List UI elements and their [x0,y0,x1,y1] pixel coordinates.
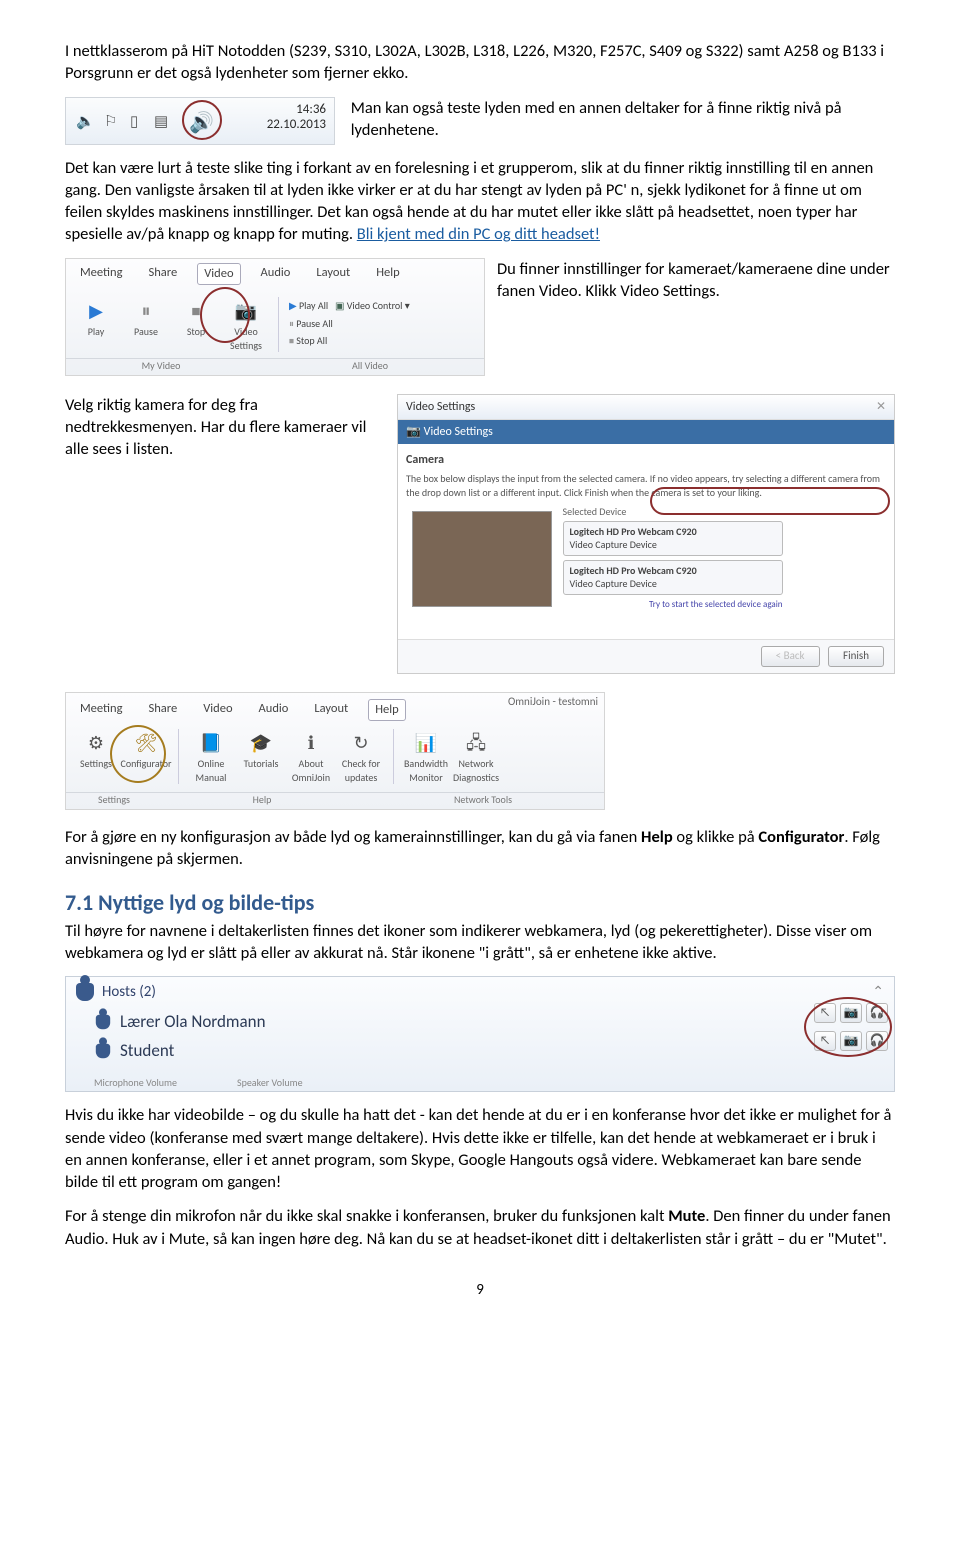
help-instruction: For å gjøre en ny konfigurasjon av både … [65,826,895,871]
highlight-circle-speaker [182,100,222,140]
mic-volume-label: Microphone Volume [94,1076,177,1090]
tray-aside-text: Man kan også teste lyden med en annen de… [351,97,891,142]
tray-volume-icon: 🔈 [76,112,95,132]
camera-pick-row: Velg riktig kamera for deg fra nedtrekke… [65,394,895,674]
camera-preview [412,511,552,607]
tab-help[interactable]: Help [370,263,405,286]
system-tray-screenshot: 🔈 ⚐ ▯ ▤ 🔊 14:36 22.10.2013 [65,97,335,145]
help-toolbar-screenshot: OmniJoin - testomni Meeting Share Video … [65,692,605,810]
tips-paragraph-1: Til høyre for navnene i deltakerlisten f… [65,920,895,965]
tab-layout[interactable]: Layout [310,263,356,286]
pause-all-button[interactable]: ⏸ Pause All [289,317,410,331]
group-all-video: All Video [256,359,484,373]
window-title: OmniJoin - testomni [508,695,598,710]
tray-network-icon: ▯ [130,112,138,132]
device-option-1[interactable]: Logitech HD Pro Webcam C920Video Capture… [563,521,783,556]
section-heading: 7.1 Nyttige lyd og bilde-tips [65,888,895,918]
pause-button[interactable]: ⏸Pause [124,297,168,352]
video-settings-instruction: Du finner innstillinger for kameraet/kam… [497,258,895,303]
group-help: Help [162,793,362,807]
person-icon [96,1044,110,1058]
inline-hint-link[interactable]: Bli kjent med din PC og ditt headset! [357,224,600,244]
highlight-ellipse-device [650,487,890,515]
back-button[interactable]: < Back [761,646,820,667]
tips-paragraph-3: For å stenge din mikrofon når du ikke sk… [65,1205,895,1250]
video-toolbar-screenshot: Meeting Share Video Audio Layout Help ▶P… [65,258,485,376]
tab-share[interactable]: Share [142,263,183,286]
group-network: Network Tools [362,793,604,807]
toolbar-items: ▶Play ⏸Pause ⏹Stop 📷VideoSettings ▶ Play… [66,289,484,352]
close-icon[interactable]: ✕ [876,399,886,415]
video-settings-dialog: Video Settings✕ 📷 Video Settings Camera … [397,394,895,674]
tray-power-icon: ▤ [154,112,168,132]
about-button[interactable]: ℹAboutOmniJoin [289,729,333,784]
group-settings: Settings [66,793,162,807]
play-all-button[interactable]: ▶ Play All ▣ Video Control ▾ [289,299,410,313]
dialog-band: 📷 Video Settings [398,420,894,444]
network-diag-button[interactable]: 🖧NetworkDiagnostics [454,729,498,784]
bandwidth-button[interactable]: 📊BandwidthMonitor [404,729,448,784]
online-manual-button[interactable]: 📘OnlineManual [189,729,233,784]
dialog-titlebar: Video Settings✕ [398,395,894,420]
chevron-up-icon[interactable]: ⌃ [872,983,884,1002]
highlight-circle-status-icons [804,997,892,1057]
tab-meeting[interactable]: Meeting [74,263,128,286]
tray-time: 14:36 [267,102,326,118]
device-option-2[interactable]: Logitech HD Pro Webcam C920Video Capture… [563,560,783,595]
highlight-circle-video-settings [200,287,250,343]
h-tab-layout[interactable]: Layout [308,699,354,722]
h-tab-share[interactable]: Share [142,699,183,722]
group-my-video: My Video [66,359,256,373]
stop-all-button[interactable]: ⏹ Stop All [289,334,410,348]
retry-device-link[interactable]: Try to start the selected device again [563,599,783,611]
camera-section-label: Camera [406,452,886,468]
tray-date: 22.10.2013 [267,117,326,133]
video-settings-row: Meeting Share Video Audio Layout Help ▶P… [65,258,895,376]
hosts-header: Hosts (2) ⌃ [66,977,894,1007]
camera-pick-text: Velg riktig kamera for deg fra nedtrekke… [65,394,385,461]
dialog-buttons: < Back Finish [398,639,894,673]
body-paragraph-2: Det kan være lurt å teste slike ting i f… [65,157,895,246]
person-icon [76,983,94,1001]
page-number: 9 [65,1280,895,1300]
tab-video[interactable]: Video [197,263,240,286]
tab-audio[interactable]: Audio [255,263,297,286]
h-tab-help[interactable]: Help [368,699,405,722]
highlight-circle-configurator [110,725,166,783]
h-tab-video[interactable]: Video [197,699,238,722]
check-updates-button[interactable]: ↻Check forupdates [339,729,383,784]
host-row-2[interactable]: Student [66,1037,894,1066]
finish-button[interactable]: Finish [828,646,884,667]
host-row-1[interactable]: Lærer Ola Nordmann [66,1008,894,1037]
tips-paragraph-2: Hvis du ikke har videobilde – og du skul… [65,1104,895,1193]
tray-flag-icon: ⚐ [104,112,117,132]
play-button[interactable]: ▶Play [74,297,118,352]
tutorials-button[interactable]: 🎓Tutorials [239,729,283,784]
person-icon [96,1015,110,1029]
intro-paragraph: I nettklasserom på HiT Notodden (S239, S… [65,40,895,85]
h-tab-meeting[interactable]: Meeting [74,699,128,722]
spk-volume-label: Speaker Volume [237,1076,303,1090]
tray-and-text-row: 🔈 ⚐ ▯ ▤ 🔊 14:36 22.10.2013 Man kan også … [65,97,895,145]
hosts-panel-screenshot: Hosts (2) ⌃ Lærer Ola Nordmann Student M… [65,976,895,1092]
h-tab-audio[interactable]: Audio [253,699,295,722]
tray-clock: 14:36 22.10.2013 [267,102,326,133]
toolbar-tabs: Meeting Share Video Audio Layout Help [66,259,484,290]
